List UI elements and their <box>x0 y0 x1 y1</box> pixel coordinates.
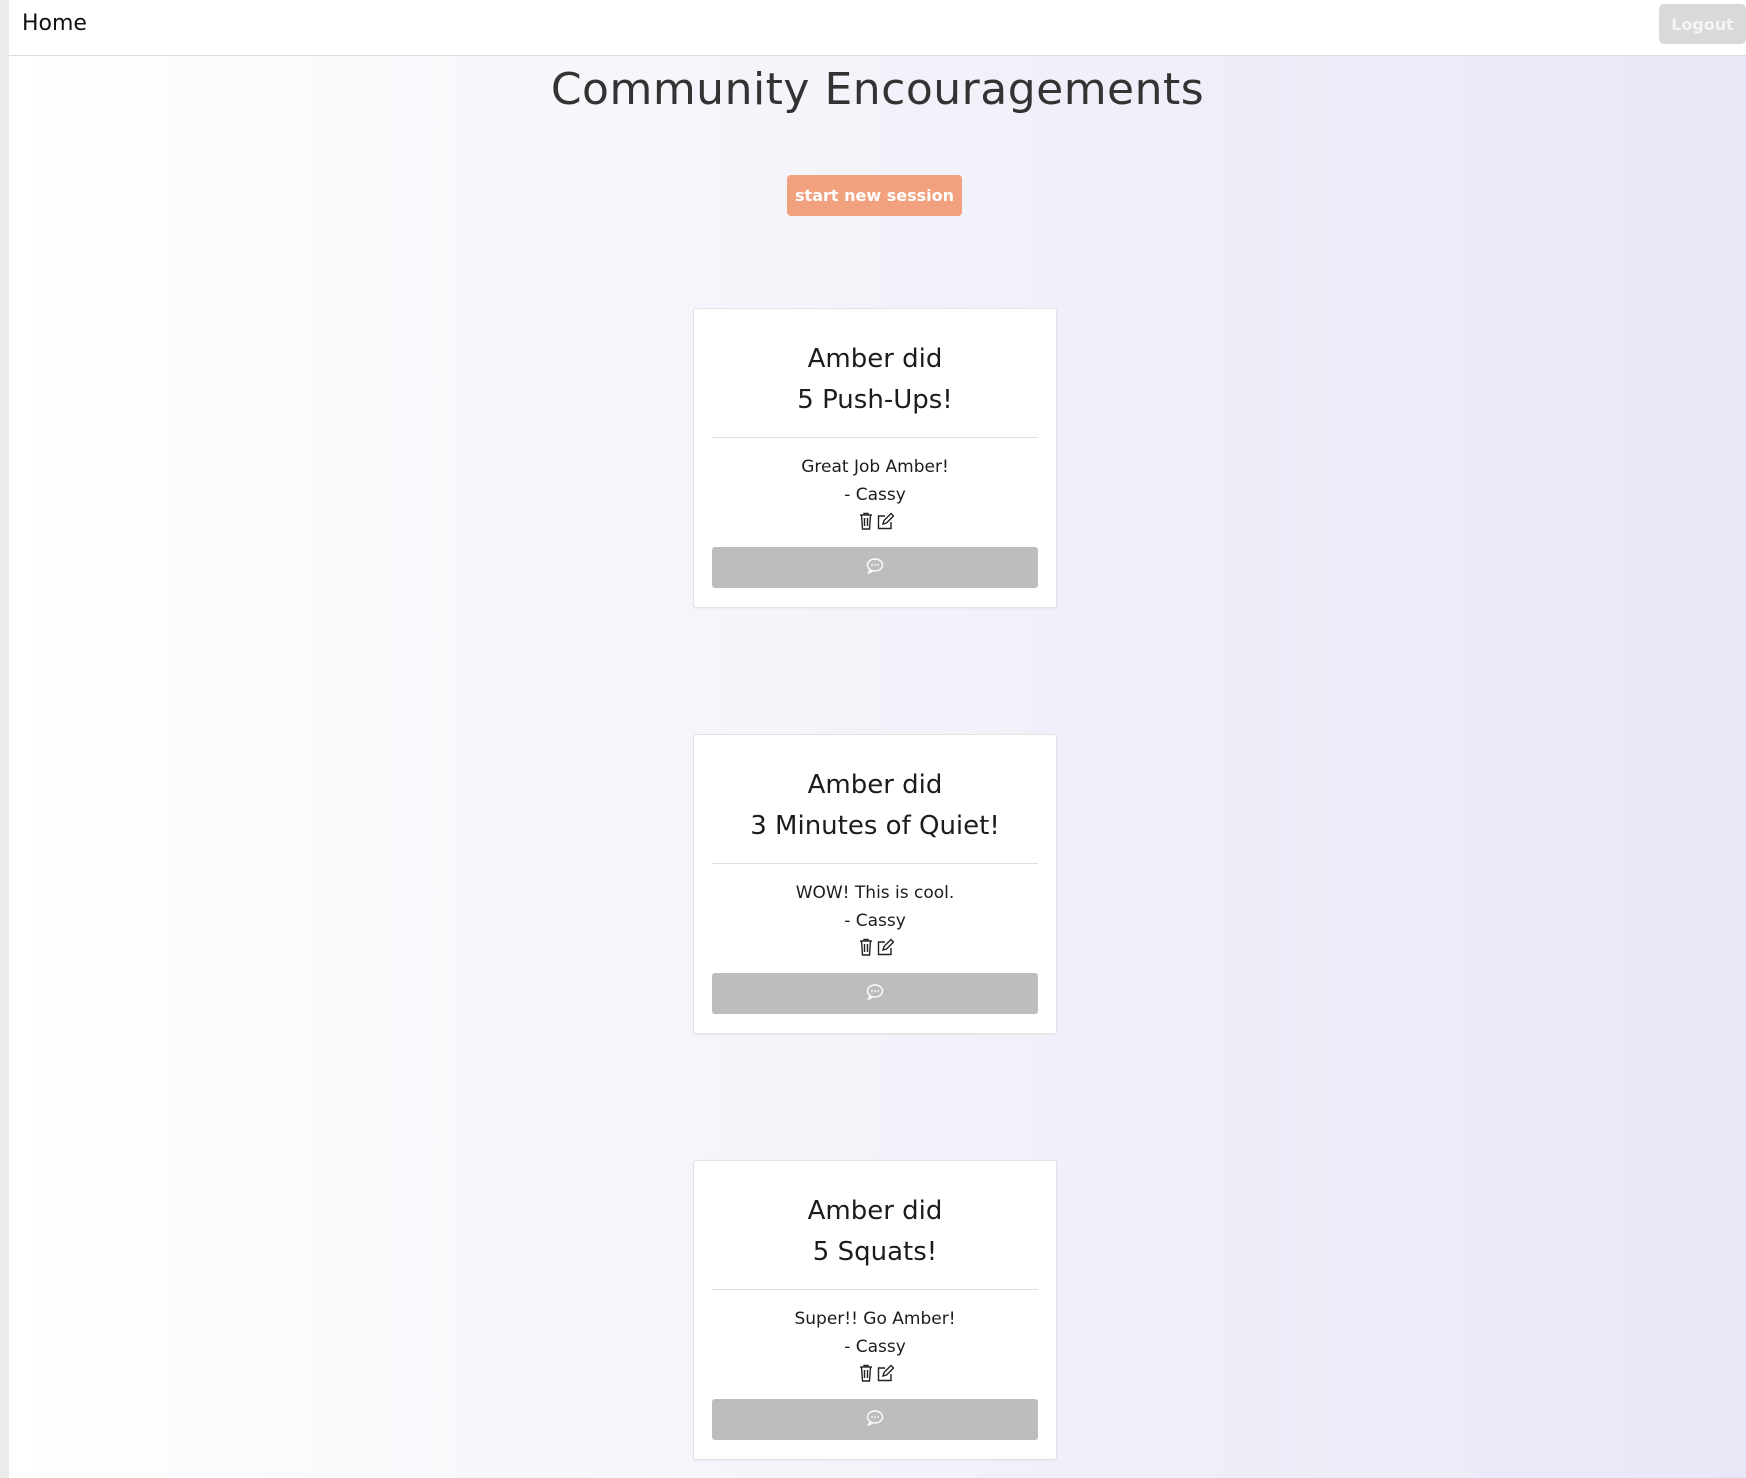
add-comment-button[interactable] <box>712 547 1038 588</box>
encouragement-card: Amber did 3 Minutes of Quiet! WOW! This … <box>693 734 1057 1034</box>
card-title-line2: 5 Push-Ups! <box>797 385 953 415</box>
add-comment-button[interactable] <box>712 1399 1038 1440</box>
page-title: Community Encouragements <box>550 64 1205 115</box>
comment-text: Great Job Amber! <box>801 457 949 477</box>
comment-author: - Cassy <box>844 911 906 931</box>
comment-icon <box>866 984 884 1003</box>
card-comment: Super!! Go Amber! - Cassy <box>694 1305 1056 1361</box>
card-divider <box>712 1289 1038 1290</box>
comment-text: Super!! Go Amber! <box>794 1309 956 1329</box>
card-title: Amber did 5 Push-Ups! <box>694 339 1056 421</box>
edit-icon[interactable] <box>876 511 894 531</box>
trash-icon[interactable] <box>857 1363 875 1383</box>
trash-icon[interactable] <box>857 937 875 957</box>
card-title-line1: Amber did <box>807 344 943 374</box>
comment-text: WOW! This is cool. <box>795 883 955 903</box>
card-title-line2: 3 Minutes of Quiet! <box>750 811 1000 841</box>
page: Home Logout Community Encouragements sta… <box>9 0 1746 1478</box>
comment-author: - Cassy <box>844 485 906 505</box>
start-new-session-button[interactable]: start new session <box>787 175 962 216</box>
encouragement-card: Amber did 5 Squats! Super!! Go Amber! - … <box>693 1160 1057 1460</box>
comment-actions <box>694 1363 1056 1383</box>
edit-icon[interactable] <box>876 1363 894 1383</box>
add-comment-button[interactable] <box>712 973 1038 1014</box>
card-comment: Great Job Amber! - Cassy <box>694 453 1056 509</box>
card-title-line1: Amber did <box>807 770 943 800</box>
card-title: Amber did 5 Squats! <box>694 1191 1056 1273</box>
logout-button[interactable]: Logout <box>1659 4 1746 44</box>
edit-icon[interactable] <box>876 937 894 957</box>
card-title-line1: Amber did <box>807 1196 943 1226</box>
card-comment: WOW! This is cool. - Cassy <box>694 879 1056 935</box>
card-title: Amber did 3 Minutes of Quiet! <box>694 765 1056 847</box>
encouragement-card: Amber did 5 Push-Ups! Great Job Amber! -… <box>693 308 1057 608</box>
comment-icon <box>866 1410 884 1429</box>
card-title-line2: 5 Squats! <box>812 1237 938 1267</box>
home-link[interactable]: Home <box>22 11 87 36</box>
trash-icon[interactable] <box>857 511 875 531</box>
navbar: Home Logout <box>9 0 1746 56</box>
comment-author: - Cassy <box>844 1337 906 1357</box>
card-divider <box>712 437 1038 438</box>
comment-actions <box>694 511 1056 531</box>
comment-actions <box>694 937 1056 957</box>
comment-icon <box>866 558 884 577</box>
card-divider <box>712 863 1038 864</box>
